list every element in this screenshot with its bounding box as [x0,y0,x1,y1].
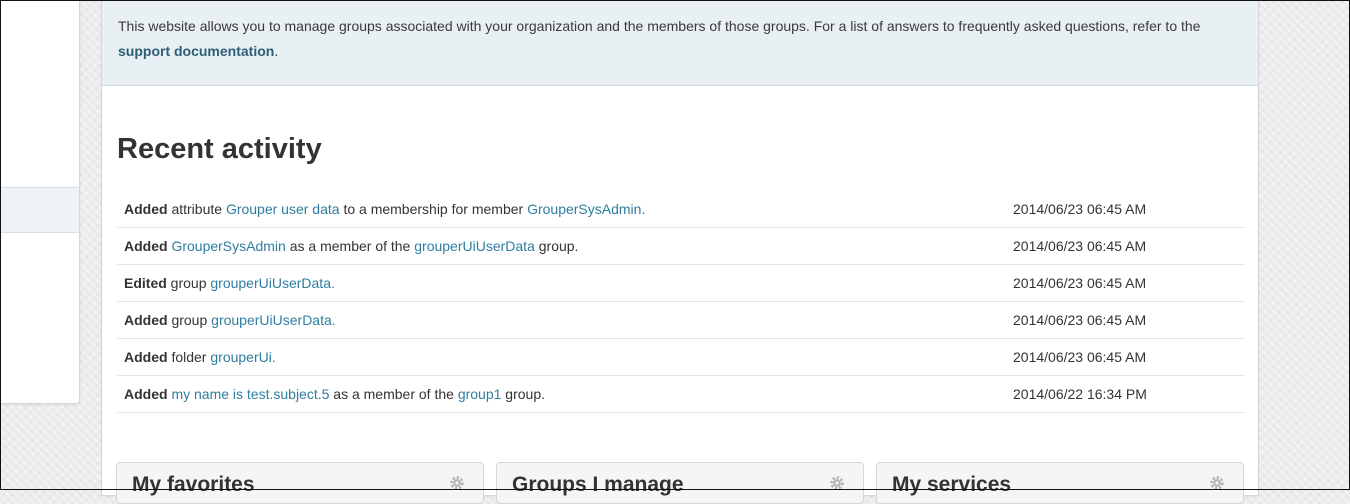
activity-link[interactable]: group1 [458,386,502,402]
activity-link[interactable]: grouperUiUserData. [210,275,335,291]
activity-row: Added folder grouperUi. 2014/06/23 06:45 … [117,339,1245,376]
activity-description: Added folder grouperUi. [124,339,276,375]
info-banner: This website allows you to manage groups… [102,0,1258,86]
gear-icon[interactable] [1209,475,1225,491]
intro-end: . [274,43,279,59]
activity-action: Added [124,201,168,217]
groups-i-manage-title: Groups I manage [512,473,684,496]
activity-action: Added [124,312,168,328]
activity-description: Added my name is test.subject.5 as a mem… [124,376,545,412]
activity-action: Added [124,238,168,254]
activity-timestamp: 2014/06/22 16:34 PM [1013,386,1147,402]
main-panel: This website allows you to manage groups… [101,0,1259,496]
sidebar-item-selected[interactable] [0,187,79,233]
activity-action: Edited [124,275,167,291]
activity-link[interactable]: GrouperSysAdmin. [527,201,645,217]
activity-text: group. [501,386,545,402]
intro-text: This website allows you to manage groups… [118,14,1238,64]
support-documentation-link[interactable]: support documentation [118,43,274,59]
intro-body: This website allows you to manage groups… [118,18,1201,34]
my-services-title: My services [892,473,1012,496]
activity-description: Added group grouperUiUserData. [124,302,336,338]
activity-link[interactable]: grouperUiUserData [414,238,535,254]
gear-icon[interactable] [829,475,845,491]
activity-description: Added GrouperSysAdmin as a member of the… [124,228,578,264]
activity-text: attribute [167,201,226,217]
activity-text: as a member of the [285,238,415,254]
groups-i-manage-widget: Groups I manage [496,462,864,504]
activity-row: Edited group grouperUiUserData. 2014/06/2… [117,265,1245,302]
activity-action: Added [124,386,168,402]
activity-list: Added attribute Grouper user data to a m… [117,191,1245,413]
activity-text: group [166,275,211,291]
activity-row: Added GrouperSysAdmin as a member of the… [117,228,1245,265]
activity-row: Added attribute Grouper user data to a m… [117,191,1245,228]
activity-timestamp: 2014/06/23 06:45 AM [1013,275,1147,291]
activity-text: as a member of the [329,386,458,402]
activity-action: Added [124,349,168,365]
activity-link[interactable]: my name is test.subject.5 [171,386,329,402]
activity-row: Added group grouperUiUserData. 2014/06/23… [117,302,1245,339]
activity-text: folder [167,349,211,365]
activity-text: to a membership for member [339,201,528,217]
activity-link[interactable]: Grouper user data [226,201,340,217]
activity-description: Edited group grouperUiUserData. [124,265,335,301]
my-services-widget: My services [876,462,1244,504]
gear-icon[interactable] [449,475,465,491]
left-sidebar [0,0,80,404]
recent-activity-title: Recent activity [117,133,322,165]
activity-link[interactable]: grouperUiUserData. [211,312,336,328]
my-favorites-title: My favorites [132,473,255,496]
activity-row: Added my name is test.subject.5 as a mem… [117,376,1245,413]
activity-description: Added attribute Grouper user data to a m… [124,191,645,227]
activity-link[interactable]: GrouperSysAdmin [171,238,285,254]
activity-link[interactable]: grouperUi. [210,349,275,365]
activity-timestamp: 2014/06/23 06:45 AM [1013,349,1147,365]
activity-timestamp: 2014/06/23 06:45 AM [1013,201,1147,217]
activity-text: group [167,312,212,328]
my-favorites-widget: My favorites [116,462,484,504]
activity-text: group. [534,238,579,254]
activity-timestamp: 2014/06/23 06:45 AM [1013,312,1147,328]
activity-timestamp: 2014/06/23 06:45 AM [1013,238,1147,254]
